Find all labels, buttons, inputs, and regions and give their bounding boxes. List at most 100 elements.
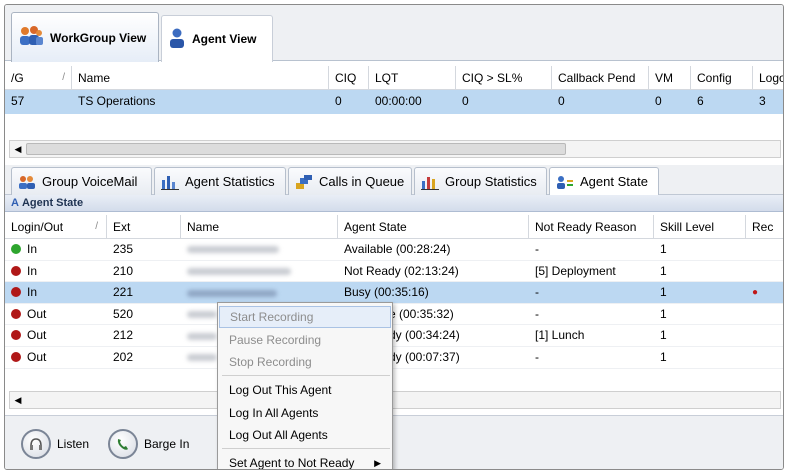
- table-row[interactable]: Out 202 dy (00:07:37) - 1: [5, 347, 783, 369]
- column-header-config[interactable]: Config: [691, 66, 753, 90]
- cell-agent-state: Available (00:28:24): [344, 242, 451, 256]
- call-control-bar: Listen Barge In: [5, 415, 783, 469]
- cell-callback-pend: 0: [558, 94, 565, 108]
- scroll-left-icon[interactable]: ◀: [12, 394, 24, 406]
- status-dot-icon: [11, 330, 21, 341]
- cell-name-redacted: [181, 282, 338, 303]
- section-title-text: Agent State: [21, 197, 84, 209]
- bar-chart-icon: [161, 174, 179, 190]
- table-row[interactable]: In 235 Available (00:28:24) - 1: [5, 239, 783, 261]
- barge-in-label: Barge In: [144, 437, 190, 451]
- tab-workgroup-view[interactable]: WorkGroup View: [11, 12, 159, 62]
- cell-rec: [746, 304, 783, 325]
- cell-skill: 1: [660, 349, 667, 364]
- workgroup-horizontal-scrollbar[interactable]: ◀: [9, 140, 781, 158]
- tab-calls-in-queue[interactable]: Calls in Queue: [288, 167, 412, 195]
- queue-icon: [295, 174, 313, 190]
- cell-rec: [746, 347, 783, 368]
- status-dot-icon: [11, 265, 21, 276]
- cell-skill: 1: [660, 306, 667, 321]
- column-header-rec[interactable]: Rec: [746, 215, 783, 239]
- tab-agent-statistics-label: Agent Statistics: [185, 174, 275, 189]
- agent-state-table: Login/Out / Ext Name Agent State Not Read…: [5, 215, 783, 369]
- cell-ext: 212: [113, 328, 134, 343]
- barge-in-button[interactable]: Barge In: [108, 428, 189, 460]
- menu-item-log-in-all-agents[interactable]: Log In All Agents: [219, 402, 391, 424]
- status-dot-icon: [11, 351, 21, 362]
- column-header-ciq-sl[interactable]: CIQ > SL%: [456, 66, 552, 90]
- tab-group-voicemail[interactable]: Group VoiceMail: [11, 167, 152, 195]
- detail-tab-strip: Group VoiceMail Agent Statistics Calls i…: [5, 165, 783, 195]
- column-header-callback-pend[interactable]: Callback Pend: [552, 66, 649, 90]
- cell-rec: [746, 239, 783, 260]
- agent-state-small-icon: A: [11, 197, 19, 209]
- column-header-group[interactable]: /G /: [5, 66, 72, 90]
- cell-login: Out: [5, 347, 107, 368]
- cell-ext: 210: [113, 263, 134, 278]
- listen-button[interactable]: Listen: [21, 428, 89, 460]
- tab-group-voicemail-label: Group VoiceMail: [42, 174, 138, 189]
- cell-skill: 1: [660, 285, 667, 300]
- agent-horizontal-scrollbar[interactable]: ◀: [9, 391, 781, 409]
- agent-state-panel-title: A Agent State: [5, 195, 783, 212]
- table-row[interactable]: In 210 Not Ready (02:13:24) [5] Deployme…: [5, 261, 783, 283]
- cell-reason: -: [535, 306, 539, 321]
- cell-login: In: [5, 261, 107, 282]
- table-row-selected[interactable]: In 221 Busy (00:35:16) - 1 ●: [5, 282, 783, 304]
- menu-item-start-recording[interactable]: Start Recording: [219, 306, 391, 328]
- tab-agent-statistics[interactable]: Agent Statistics: [154, 167, 286, 195]
- column-header-skill-level[interactable]: Skill Level: [654, 215, 746, 239]
- cell-ext: 520: [113, 306, 134, 321]
- tab-agent-view-label: Agent View: [192, 32, 257, 46]
- cell-skill: 1: [660, 263, 667, 278]
- cell-login: Out: [5, 325, 107, 346]
- workgroup-icon: [18, 25, 44, 50]
- cell-login: Out: [5, 304, 107, 325]
- tab-group-statistics[interactable]: Group Statistics: [414, 167, 547, 195]
- menu-item-stop-recording[interactable]: Stop Recording: [219, 351, 391, 373]
- column-header-vm[interactable]: VM: [649, 66, 691, 90]
- status-dot-icon: [11, 244, 21, 254]
- cell-agent-state: e (00:35:32): [389, 306, 454, 321]
- cell-name-redacted: [181, 261, 338, 282]
- menu-separator: [222, 375, 390, 376]
- column-header-name[interactable]: Name: [72, 66, 329, 90]
- menu-item-log-out-all-agents[interactable]: Log Out All Agents: [219, 424, 391, 446]
- table-row[interactable]: 57 TS Operations 0 00:00:00 0 0 0 6 3: [5, 90, 783, 114]
- status-dot-icon: [11, 308, 21, 319]
- cell-ext: 235: [113, 242, 134, 256]
- menu-item-set-agent-not-ready-label: Set Agent to Not Ready: [229, 456, 355, 470]
- menu-item-set-agent-not-ready[interactable]: Set Agent to Not Ready ▶: [219, 452, 391, 470]
- cell-reason: -: [535, 349, 539, 364]
- cell-ext: 202: [113, 349, 134, 364]
- column-header-not-ready-reason[interactable]: Not Ready Reason: [529, 215, 654, 239]
- menu-item-log-out-this-agent[interactable]: Log Out This Agent: [219, 379, 391, 401]
- column-header-ciq[interactable]: CIQ: [329, 66, 369, 90]
- tab-group-statistics-label: Group Statistics: [445, 174, 537, 189]
- column-header-name[interactable]: Name: [181, 215, 338, 239]
- tab-agent-state[interactable]: Agent State: [549, 167, 659, 195]
- barge-in-icon: [108, 429, 138, 459]
- cell-agent-state: dy (00:34:24): [389, 328, 460, 343]
- agent-icon: [168, 27, 186, 52]
- cell-ciq-sl: 0: [462, 94, 469, 108]
- table-row[interactable]: Out 520 e (00:35:32) - 1: [5, 304, 783, 326]
- scroll-left-icon[interactable]: ◀: [12, 143, 24, 155]
- cell-skill: 1: [660, 242, 667, 256]
- column-header-ext[interactable]: Ext: [107, 215, 181, 239]
- tab-agent-view[interactable]: Agent View: [161, 15, 273, 62]
- column-header-logo[interactable]: Logo: [753, 66, 783, 90]
- cell-reason: [1] Lunch: [535, 328, 585, 343]
- table-row[interactable]: Out 212 dy (00:34:24) [1] Lunch 1: [5, 325, 783, 347]
- menu-item-pause-recording[interactable]: Pause Recording: [219, 329, 391, 351]
- column-header-agent-state[interactable]: Agent State: [338, 215, 529, 239]
- cell-group: 57: [11, 94, 25, 108]
- menu-separator: [222, 448, 390, 449]
- column-header-login[interactable]: Login/Out /: [5, 215, 107, 239]
- scrollbar-thumb[interactable]: [26, 143, 566, 155]
- column-header-lqt[interactable]: LQT: [369, 66, 456, 90]
- cell-rec: [746, 325, 783, 346]
- cell-ext: 221: [113, 285, 134, 300]
- cell-name: TS Operations: [78, 94, 156, 108]
- status-dot-icon: [11, 287, 21, 298]
